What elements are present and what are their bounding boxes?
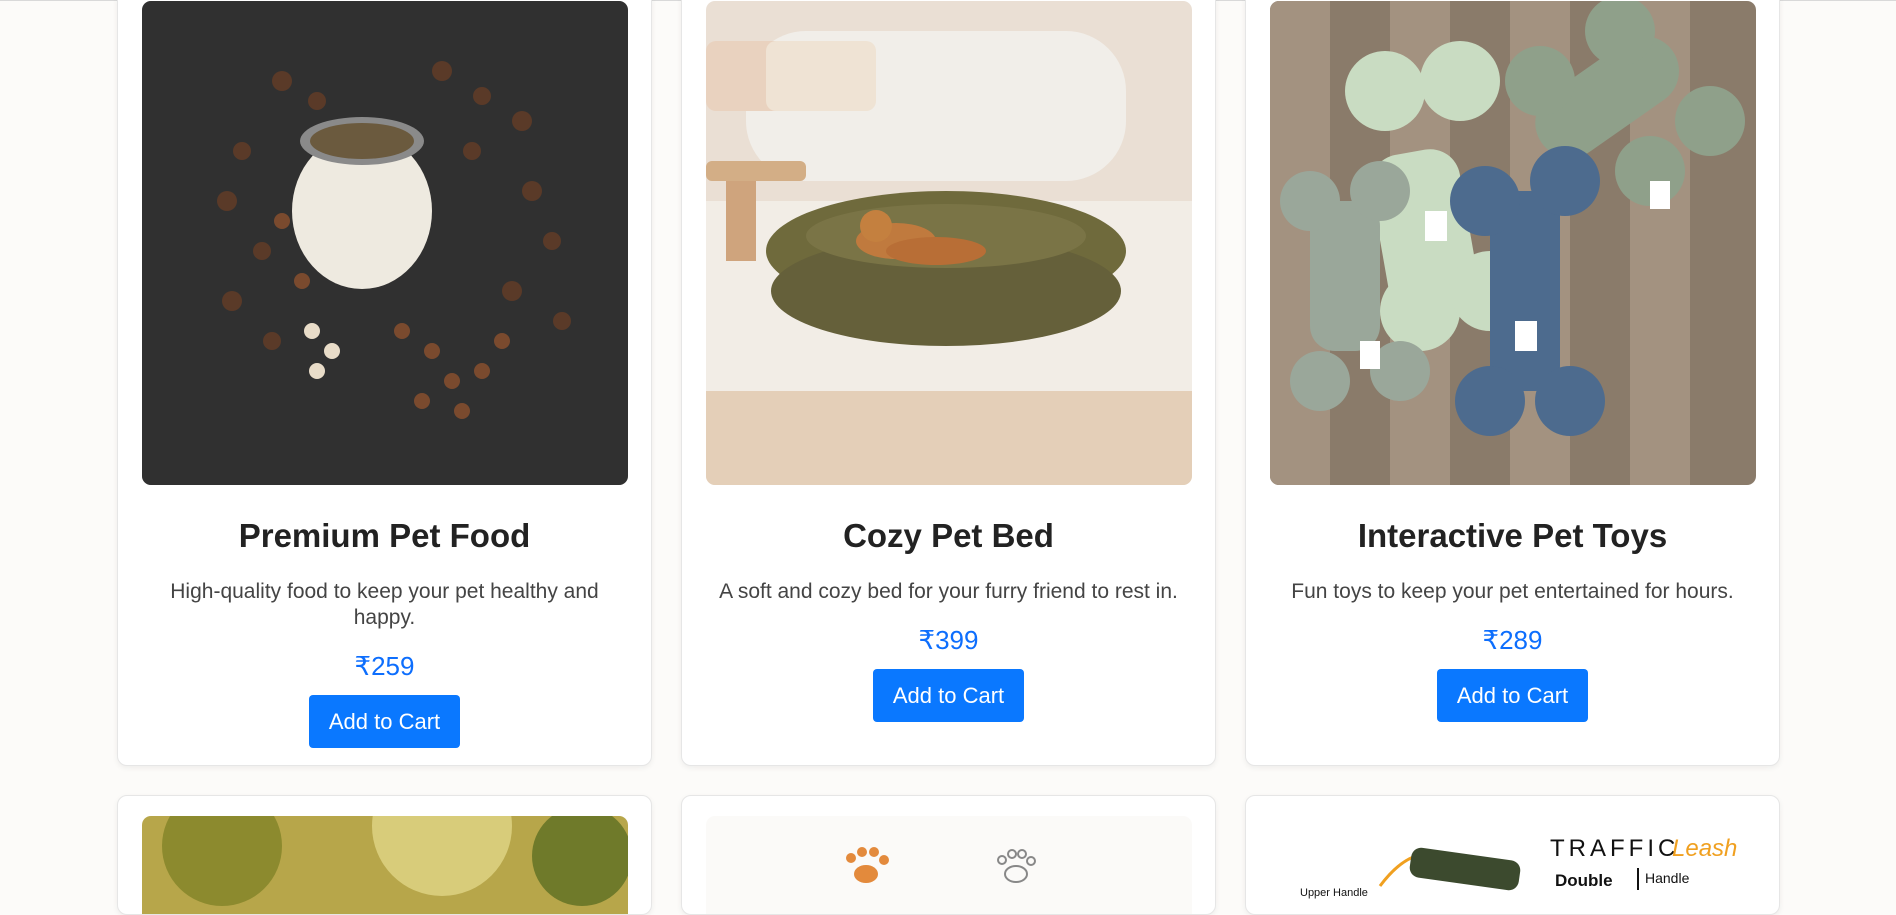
- product-price: ₹399: [918, 625, 979, 655]
- product-name: Cozy Pet Bed: [843, 517, 1054, 554]
- leash-handle-text: Handle: [1645, 870, 1690, 886]
- product-card-pet-bed: Cozy Pet Bed A soft and cozy bed for you…: [681, 0, 1216, 766]
- pet-toys-image: [1270, 1, 1756, 485]
- paw-print-image: [706, 816, 1192, 914]
- pet-food-image: [142, 1, 628, 485]
- product-card-pet-toys: Interactive Pet Toys Fun toys to keep yo…: [1245, 0, 1780, 766]
- product-card-leash: TRAFFIC Leash Double Handle Upper Handle: [1245, 795, 1780, 915]
- pet-bed-image: [706, 1, 1192, 485]
- product-name: Premium Pet Food: [238, 517, 531, 554]
- leash-brand-text: TRAFFIC: [1550, 835, 1679, 862]
- leash-brand-accent: Leash: [1672, 835, 1737, 862]
- add-to-cart-button[interactable]: Add to Cart: [1436, 669, 1589, 722]
- product-description: A soft and cozy bed for your furry frien…: [719, 580, 1178, 603]
- product-description: Fun toys to keep your pet entertained fo…: [1291, 580, 1734, 603]
- product-card-paw: [681, 795, 1216, 915]
- product-grid: Premium Pet Food High-quality food to ke…: [117, 0, 1782, 915]
- product-card-pet-food: Premium Pet Food High-quality food to ke…: [117, 0, 652, 766]
- product-description: High-quality food to keep your pet healt…: [170, 580, 599, 629]
- product-price: ₹259: [354, 651, 415, 681]
- leash-callout-text: Upper Handle: [1300, 887, 1368, 899]
- add-to-cart-button[interactable]: Add to Cart: [872, 669, 1025, 722]
- add-to-cart-button[interactable]: Add to Cart: [308, 695, 461, 748]
- product-name: Interactive Pet Toys: [1357, 517, 1668, 554]
- product-card-outdoor: [117, 795, 652, 915]
- traffic-leash-image: TRAFFIC Leash Double Handle Upper Handle: [1270, 816, 1756, 914]
- leash-double-text: Double: [1555, 871, 1613, 890]
- product-price: ₹289: [1482, 625, 1543, 655]
- outdoor-pet-image: [142, 816, 628, 914]
